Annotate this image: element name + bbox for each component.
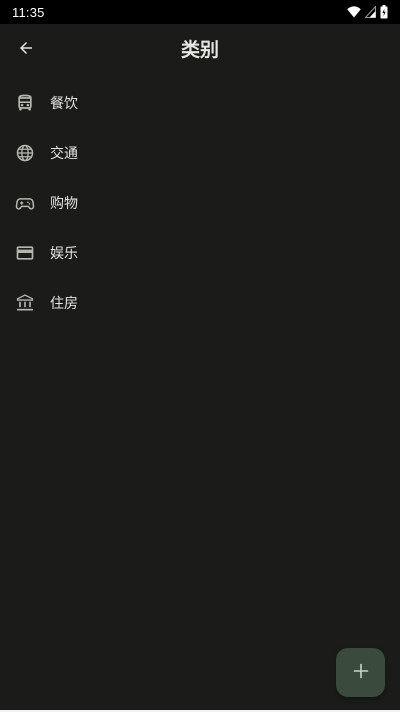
bank-icon (15, 293, 35, 313)
category-item-entertainment[interactable]: 娱乐 (0, 228, 400, 278)
back-button[interactable] (6, 30, 46, 70)
category-item-shopping[interactable]: 购物 (0, 178, 400, 228)
app-bar: 类别 (0, 24, 400, 76)
category-label: 购物 (50, 196, 78, 212)
wifi-icon (347, 6, 361, 18)
battery-icon (380, 5, 388, 19)
status-icons (347, 5, 388, 19)
category-list: 餐饮 交通 购物 娱乐 住房 (0, 78, 400, 328)
arrow-back-icon (17, 39, 35, 61)
page-title: 类别 (180, 39, 219, 61)
add-category-button[interactable] (336, 648, 385, 697)
category-item-transport[interactable]: 交通 (0, 128, 400, 178)
category-label: 餐饮 (50, 96, 78, 112)
globe-icon (15, 143, 35, 163)
category-label: 交通 (50, 146, 78, 162)
category-label: 住房 (50, 296, 78, 312)
status-time: 11:35 (12, 4, 45, 20)
category-item-dining[interactable]: 餐饮 (0, 78, 400, 128)
category-item-housing[interactable]: 住房 (0, 278, 400, 328)
status-bar: 11:35 (0, 0, 400, 24)
gamepad-icon (15, 193, 35, 213)
bus-icon (15, 93, 35, 113)
category-label: 娱乐 (50, 246, 78, 262)
screen: 11:35 类别 餐饮 交通 购物 娱乐 住房 (0, 0, 400, 712)
cell-signal-icon (365, 6, 376, 18)
plus-icon (353, 663, 369, 683)
credit-card-icon (15, 243, 35, 263)
